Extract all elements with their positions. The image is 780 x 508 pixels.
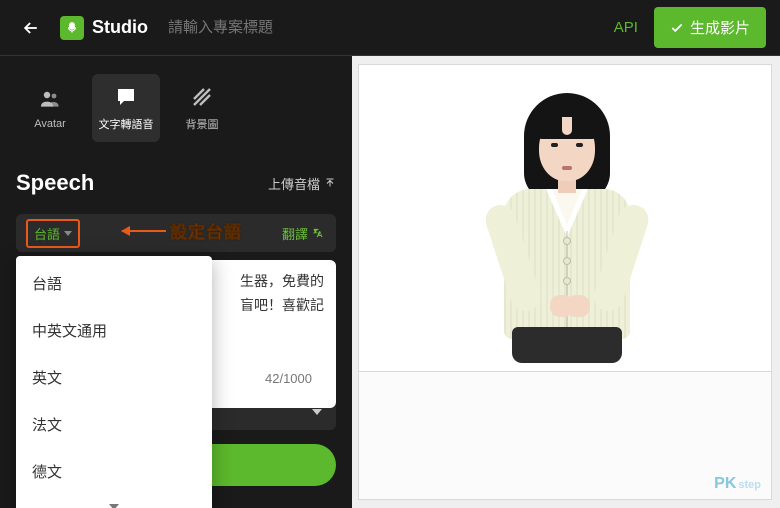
tab-tts[interactable]: 文字轉語音 xyxy=(92,74,160,142)
preview-panel: PKstep xyxy=(352,56,780,508)
logo-text: Studio xyxy=(92,17,148,38)
person-group-icon xyxy=(37,86,63,112)
logo-icon xyxy=(60,16,84,40)
watermark: PKstep xyxy=(714,475,761,493)
chevron-down-icon xyxy=(312,409,322,415)
project-title-input[interactable] xyxy=(168,19,328,36)
generate-video-button[interactable]: 生成影片 xyxy=(654,7,766,48)
tab-tts-label: 文字轉語音 xyxy=(99,116,154,132)
translate-icon xyxy=(312,226,326,240)
topbar: Studio API 生成影片 xyxy=(0,0,780,56)
speech-title: Speech xyxy=(16,170,94,196)
language-bar: 台語 設定台語 翻譯 xyxy=(16,214,336,252)
speech-header: Speech 上傳音檔 xyxy=(16,170,336,196)
script-line-2: 盲吧！喜歡記 xyxy=(240,297,324,313)
language-option-taiwanese[interactable]: 台語 xyxy=(16,260,212,307)
annotation-text: 設定台語 xyxy=(170,218,242,243)
logo: Studio xyxy=(60,16,148,40)
watermark-step: step xyxy=(738,479,761,491)
language-area: 台語 設定台語 翻譯 生器，免費的 盲吧！喜歡記 xyxy=(16,214,336,252)
sidebar: Avatar 文字轉語音 背景圖 Speech 上傳音檔 xyxy=(0,56,352,508)
annotation: 設定台語 xyxy=(122,218,242,243)
preview-canvas xyxy=(358,64,772,372)
tab-avatar-label: Avatar xyxy=(34,118,66,130)
watermark-pk: PK xyxy=(714,475,736,492)
generate-video-label: 生成影片 xyxy=(690,17,750,38)
tab-avatar[interactable]: Avatar xyxy=(16,74,84,142)
language-option-german[interactable]: 德文 xyxy=(16,448,212,495)
script-line-1: 生器，免費的 xyxy=(240,273,324,289)
tab-background-label: 背景圖 xyxy=(186,116,219,132)
language-selected-label: 台語 xyxy=(34,224,60,243)
back-button[interactable] xyxy=(14,11,48,45)
translate-label: 翻譯 xyxy=(282,224,308,243)
tab-background[interactable]: 背景圖 xyxy=(168,74,236,142)
upload-audio-label: 上傳音檔 xyxy=(268,174,320,193)
avatar-preview xyxy=(450,73,680,363)
language-select[interactable]: 台語 xyxy=(26,219,80,248)
tab-row: Avatar 文字轉語音 背景圖 xyxy=(16,74,336,142)
language-option-zh-en[interactable]: 中英文通用 xyxy=(16,307,212,354)
language-option-french[interactable]: 法文 xyxy=(16,401,212,448)
chevron-down-icon xyxy=(64,231,72,236)
speech-bubble-icon xyxy=(113,84,139,110)
main: Avatar 文字轉語音 背景圖 Speech 上傳音檔 xyxy=(0,56,780,508)
language-option-english[interactable]: 英文 xyxy=(16,354,212,401)
texture-icon xyxy=(189,84,215,110)
arrow-left-icon xyxy=(122,230,166,232)
preview-timeline: PKstep xyxy=(358,372,772,500)
language-dropdown-more[interactable] xyxy=(16,495,212,508)
chevron-down-icon xyxy=(109,504,119,508)
language-dropdown: 台語 中英文通用 英文 法文 德文 xyxy=(16,256,212,508)
upload-audio-button[interactable]: 上傳音檔 xyxy=(268,174,336,193)
translate-button[interactable]: 翻譯 xyxy=(282,224,326,243)
api-link[interactable]: API xyxy=(614,19,638,36)
